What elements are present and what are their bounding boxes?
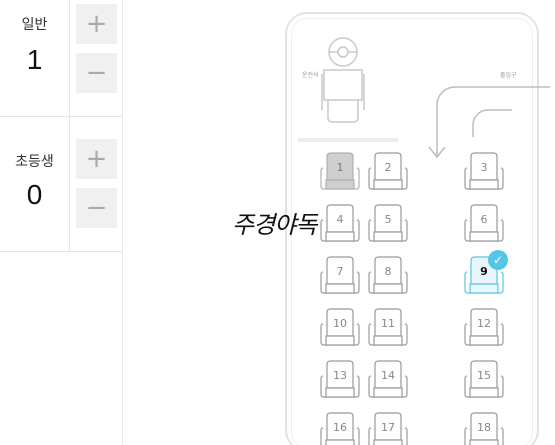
- seat-12[interactable]: 12: [464, 308, 504, 350]
- elementary-decrease-button[interactable]: −: [76, 188, 117, 228]
- seat-number: 15: [477, 369, 491, 382]
- seat-number: 5: [384, 213, 392, 226]
- seat-11[interactable]: 11: [368, 308, 408, 350]
- seat-2[interactable]: 2: [368, 152, 408, 194]
- seat-4[interactable]: 4: [320, 204, 360, 246]
- seat-number: 1: [336, 161, 344, 174]
- seat-16[interactable]: 16: [320, 412, 360, 445]
- driver-seat-label: 운전석: [302, 73, 319, 79]
- general-label: 일반: [21, 16, 48, 32]
- seat-15[interactable]: 15: [464, 360, 504, 402]
- seat-3[interactable]: 3: [464, 152, 504, 194]
- seat-number: 18: [477, 421, 491, 434]
- elementary-increase-button[interactable]: +: [76, 139, 117, 179]
- seat-5[interactable]: 5: [368, 204, 408, 246]
- seat-number: 12: [477, 317, 491, 330]
- driver-seat-icon: [321, 37, 365, 123]
- seat-number: 2: [384, 161, 392, 174]
- seat-number: 10: [333, 317, 347, 330]
- passenger-count-panel: 일반 1 + − 초등생 0 + −: [0, 0, 123, 445]
- selected-check-icon: ✓: [488, 250, 508, 270]
- general-count: 1: [26, 44, 43, 75]
- door-label: 출입구: [500, 73, 517, 79]
- seat-number: 7: [336, 265, 344, 278]
- seat-13[interactable]: 13: [320, 360, 360, 402]
- elementary-label: 초등생: [15, 153, 54, 169]
- seat-number: 14: [381, 369, 395, 382]
- seat-number: 4: [336, 213, 344, 226]
- seat-17[interactable]: 17: [368, 412, 408, 445]
- elementary-info: 초등생 0: [0, 117, 70, 251]
- seat-14[interactable]: 14: [368, 360, 408, 402]
- watermark-text: 주경야독: [232, 212, 317, 239]
- seat-7[interactable]: 7: [320, 256, 360, 298]
- elementary-passenger-counter: 초등생 0 + −: [0, 117, 123, 252]
- seat-number: 16: [333, 421, 347, 434]
- seat-1: 1: [320, 152, 360, 194]
- seat-number: 13: [333, 369, 347, 382]
- seat-6[interactable]: 6: [464, 204, 504, 246]
- seat-18[interactable]: 18: [464, 412, 504, 445]
- seat-10[interactable]: 10: [320, 308, 360, 350]
- elementary-count: 0: [26, 179, 43, 210]
- seat-number: 11: [381, 317, 395, 330]
- general-decrease-button[interactable]: −: [76, 53, 117, 93]
- seat-number: 17: [381, 421, 395, 434]
- general-increase-button[interactable]: +: [76, 4, 117, 44]
- seat-number: 8: [384, 265, 392, 278]
- seat-8[interactable]: 8: [368, 256, 408, 298]
- general-passenger-counter: 일반 1 + −: [0, 0, 123, 117]
- general-info: 일반 1: [0, 0, 70, 116]
- front-partition: [298, 138, 398, 142]
- seat-number: 3: [480, 161, 488, 174]
- seat-number: 6: [480, 213, 488, 226]
